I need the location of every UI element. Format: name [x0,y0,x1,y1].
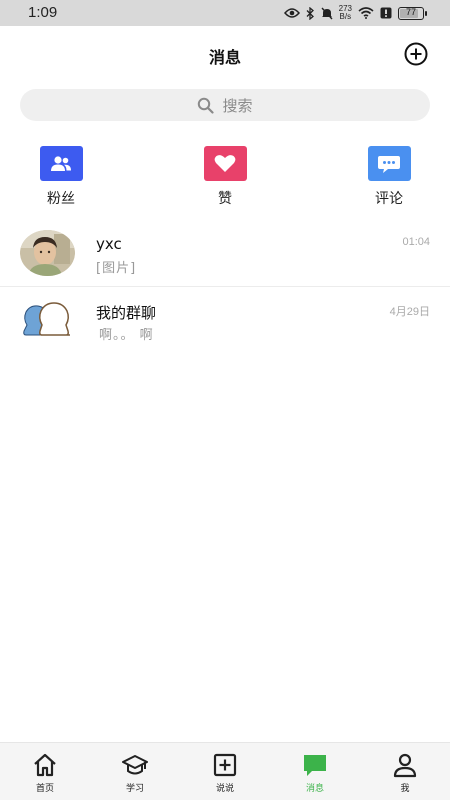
wifi-icon [358,7,374,19]
person-icon [393,753,417,778]
search-icon [198,97,215,114]
group-avatar-icon [20,297,75,343]
conversation-name: 我的群聊 [96,304,157,322]
header: 消息 [0,26,450,82]
plus-circle-icon [404,42,428,66]
tab-label: 说说 [215,784,234,794]
chat-bubble-icon [367,146,411,181]
conversation-name: yxc [96,235,122,253]
mute-bell-icon [321,7,333,19]
list-item[interactable]: 我的群聊 啊。。 啊 4月29日 [0,286,450,352]
message-icon [304,755,326,776]
conversation-preview: [图片] [96,261,137,276]
conversation-time: 4月29日 [389,306,430,318]
bluetooth-icon [306,6,314,20]
search-input[interactable]: 搜索 [222,95,252,116]
quick-action-comments[interactable]: 评论 [349,146,429,208]
tab-bar: 首页 学习 说说 消息 我 [0,742,450,800]
tab-home[interactable]: 首页 [0,743,90,800]
net-speed: 273 B/s [338,4,352,21]
plus-square-icon [213,753,237,777]
status-bar: 1:09 273 B/s 77 [0,0,450,26]
list-item[interactable]: yxc [图片] 01:04 [0,220,450,286]
people-icon [39,146,83,181]
user-photo-avatar [20,230,75,276]
alert-icon [380,7,392,19]
graduation-cap-icon [122,755,148,775]
heart-icon [203,146,247,181]
tab-me[interactable]: 我 [360,743,450,800]
conversation-time: 01:04 [402,236,430,248]
tab-label: 我 [400,784,410,794]
conversation-list: yxc [图片] 01:04 我的群聊 啊。。 啊 4月29日 [0,220,450,352]
search-bar[interactable]: 搜索 [20,89,430,121]
tab-label: 消息 [305,784,324,794]
battery-icon: 77 [398,6,427,20]
tab-study[interactable]: 学习 [90,743,180,800]
conversation-preview: 啊。。 啊 [99,328,154,343]
eye-icon [283,8,300,18]
add-button[interactable] [404,42,428,66]
quick-action-likes[interactable]: 赞 [185,146,265,208]
quick-action-label: 粉丝 [47,191,75,207]
tab-label: 首页 [35,784,54,794]
page-title: 消息 [208,48,241,67]
quick-actions: 粉丝 赞 评论 [0,146,450,208]
tab-label: 学习 [125,784,144,794]
quick-action-label: 赞 [218,191,232,207]
home-icon [34,753,56,777]
status-time: 1:09 [28,4,58,21]
status-icons: 273 B/s 77 [283,4,427,21]
tab-messages[interactable]: 消息 [270,743,360,800]
tab-posts[interactable]: 说说 [180,743,270,800]
quick-action-label: 评论 [375,191,403,207]
quick-action-fans[interactable]: 粉丝 [21,146,101,208]
